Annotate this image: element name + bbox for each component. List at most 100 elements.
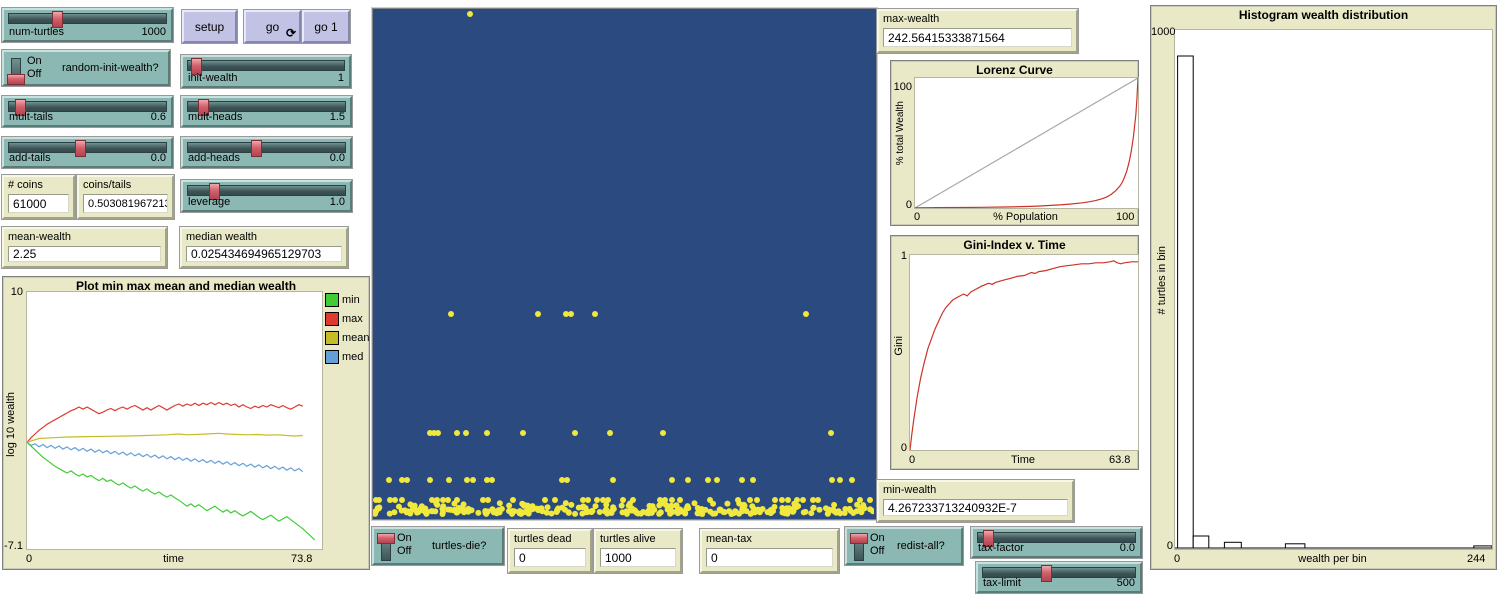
legend-swatch-min [325,293,339,307]
switch-handle[interactable] [7,74,25,85]
monitor-mean-tax: mean-tax 0 [700,529,839,573]
slider-tax-factor[interactable]: tax-factor0.0 [971,527,1142,558]
switch-on-label: On [397,532,412,545]
slider-label: leverage [188,196,230,208]
switch-off-label: Off [397,545,412,558]
monitor-value: 0.5030819672131 [83,194,168,213]
monitor-value: 0 [514,548,586,567]
wealth-plot-canvas [27,292,322,549]
setup-button-label: setup [195,20,224,34]
y-tick-max: 100 [891,81,912,93]
setup-button[interactable]: setup [182,10,237,43]
slider-init-wealth[interactable]: init-wealth1 [181,55,351,88]
go-button[interactable]: go ⟳ [244,10,301,43]
switch-on-label: On [27,55,42,68]
slider-leverage[interactable]: leverage 1.0 [181,180,352,212]
x-axis-label: Time [909,454,1137,466]
monitor-value: 1000 [600,548,676,567]
switch-redist-all[interactable]: OnOff redist-all? [845,527,963,565]
slider-value: 1.5 [330,111,345,123]
y-tick-min: -7.1 [3,540,23,552]
legend-swatch-med [325,350,339,364]
slider-track[interactable] [8,13,167,24]
slider-label: tax-factor [978,542,1024,554]
switch-turtles-die[interactable]: OnOff turtles-die? [372,527,504,565]
histogram-canvas [1175,30,1492,549]
slider-label: init-wealth [188,72,238,84]
monitor-mean-wealth: mean-wealth 2.25 [2,227,167,268]
y-tick-max: 10 [3,286,23,298]
monitor-coins-tails: coins/tails 0.5030819672131 [77,175,174,219]
slider-add-heads[interactable]: add-heads0.0 [181,137,352,168]
y-axis-label: log 10 wealth [5,392,17,457]
world-view [372,8,877,520]
monitor-num-coins: # coins 61000 [2,175,75,219]
netlogo-wealth-model-app: num-turtles1000 setup go ⟳ go 1 OnOff ra… [0,0,1512,610]
go-once-button[interactable]: go 1 [302,10,350,43]
monitor-label: turtles alive [600,533,656,545]
switch-on-label: On [870,532,885,545]
legend-label: max [342,313,363,325]
slider-mult-tails[interactable]: mult-tails 0.6 [2,96,173,127]
slider-track[interactable] [187,60,345,71]
slider-label: num-turtles [9,26,64,38]
slider-value: 0.6 [151,111,166,123]
y-axis-label: Gini [893,336,905,356]
y-tick-max: 1000 [1151,26,1173,38]
legend-item: mean [325,328,370,347]
plot-lorenz-curve: Lorenz Curve 100 0 % total Wealth 0 100 … [890,60,1139,226]
x-axis-label: wealth per bin [1174,553,1491,565]
go-once-button-label: go 1 [314,20,337,34]
slider-mult-heads[interactable]: mult-heads 1.5 [181,96,352,127]
forever-icon: ⟳ [286,26,296,40]
monitor-max-wealth: max-wealth 242.56415333871564 [877,9,1078,53]
slider-num-turtles[interactable]: num-turtles 1000 [2,8,173,42]
monitor-turtles-dead: turtles dead 0 [508,529,592,573]
slider-add-tails[interactable]: add-tails0.0 [2,137,173,168]
legend-label: med [342,351,363,363]
x-axis-label: % Population [914,211,1137,223]
switch-label: turtles-die? [432,529,486,563]
slider-label: add-tails [9,152,51,164]
gini-plot-canvas [910,255,1138,450]
monitor-median-wealth: median wealth 0.025434694965129703 [180,227,348,268]
y-tick-max: 1 [891,250,907,262]
legend-item: max [325,309,370,328]
slider-value: 1000 [142,26,166,38]
switch-handle[interactable] [377,533,395,544]
switch-off-label: Off [870,545,885,558]
plot-legend: min max mean med [325,290,370,366]
switch-handle[interactable] [850,533,868,544]
slider-tax-limit[interactable]: tax-limit 500 [976,562,1142,593]
monitor-value: 2.25 [8,246,161,262]
plot-title: Lorenz Curve [891,63,1138,77]
x-axis-label: time [26,553,321,565]
y-axis-label: # turtles in bin [1156,246,1168,314]
slider-label: tax-limit [983,577,1021,589]
monitor-value: 0 [706,548,833,567]
slider-label: mult-heads [188,111,242,123]
go-button-label: go [266,20,279,34]
monitor-label: mean-wealth [8,231,71,243]
switch-label: redist-all? [897,529,945,563]
legend-label: min [342,294,360,306]
y-tick-min: 0 [891,199,912,211]
monitor-min-wealth: min-wealth 4.267233713240932E-7 [877,480,1074,522]
monitor-value: 0.025434694965129703 [186,246,342,262]
plot-title: Histogram wealth distribution [1151,8,1496,22]
switch-random-init-wealth[interactable]: OnOff random-init-wealth? [2,50,170,86]
world-canvas [373,9,874,517]
monitor-value: 61000 [8,194,69,213]
plot-gini-index: Gini-Index v. Time 1 0 Gini 0 63.8 Time [890,235,1139,470]
monitor-label: coins/tails [83,179,131,191]
slider-value: 500 [1117,577,1135,589]
monitor-value: 242.56415333871564 [883,28,1072,47]
y-tick-min: 0 [891,442,907,454]
slider-value: 0.0 [330,152,345,164]
monitor-label: median wealth [186,231,257,243]
legend-swatch-max [325,312,339,326]
slider-value: 1.0 [330,196,345,208]
legend-swatch-mean [325,331,339,345]
slider-label: mult-tails [9,111,53,123]
monitor-label: turtles dead [514,533,571,545]
